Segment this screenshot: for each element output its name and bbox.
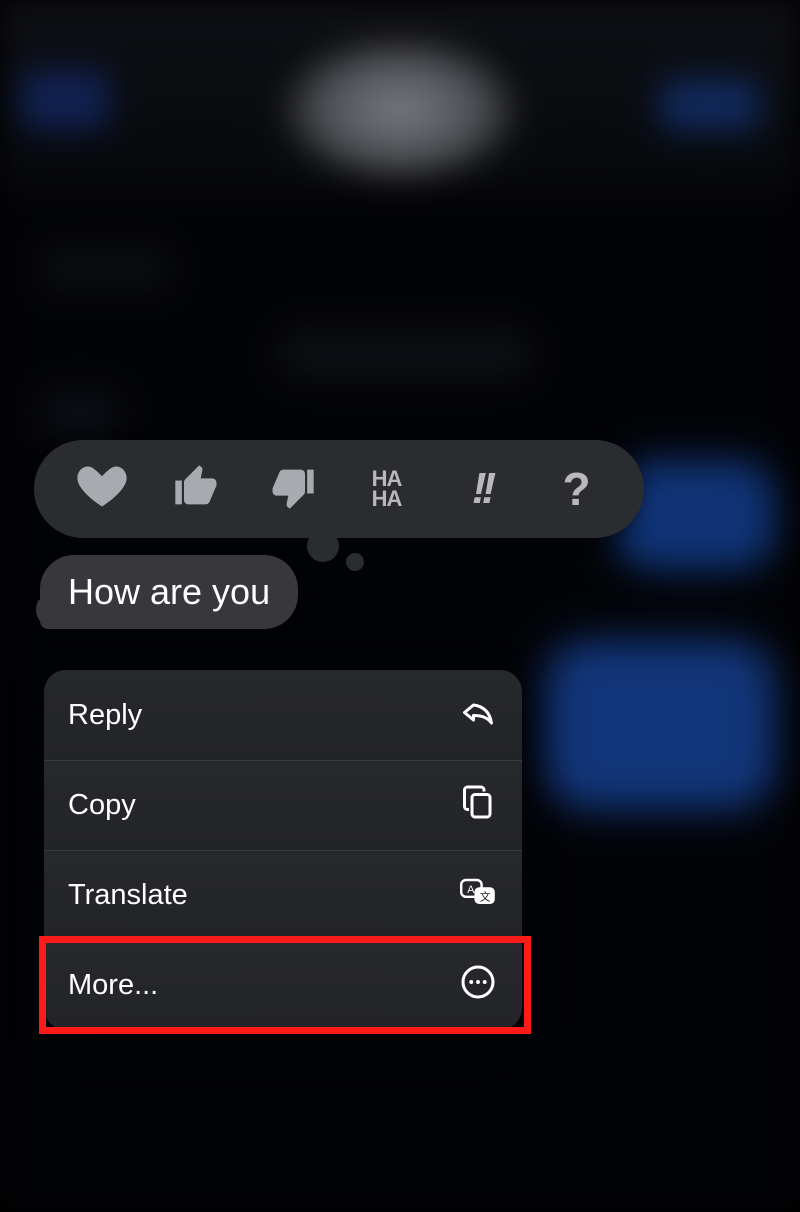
copy-icon [460, 784, 496, 828]
menu-item-label: More... [68, 969, 158, 1002]
question-icon: ? [562, 462, 590, 516]
thumbs-up-icon [171, 461, 223, 518]
svg-text:文: 文 [480, 889, 491, 903]
exclaim-icon: !! [472, 464, 491, 514]
ellipsis-icon [460, 964, 496, 1008]
tapback-thumbs-up[interactable] [166, 458, 228, 520]
message-text: How are you [68, 571, 270, 612]
menu-item-label: Copy [68, 789, 136, 822]
tapback-haha[interactable]: HA HA [356, 458, 418, 520]
translate-button[interactable]: Translate A 文 [44, 850, 522, 940]
tapback-question[interactable]: ? [546, 458, 608, 520]
haha-icon: HA HA [372, 469, 402, 509]
focused-message-bubble[interactable]: How are you [40, 555, 298, 629]
copy-button[interactable]: Copy [44, 760, 522, 850]
heart-icon [76, 461, 128, 518]
tapback-thumbs-down[interactable] [261, 458, 323, 520]
thumbs-down-icon [266, 461, 318, 518]
tapback-heart[interactable] [71, 458, 133, 520]
translate-icon: A 文 [460, 874, 496, 918]
menu-item-label: Translate [68, 879, 188, 912]
tapback-exclaim[interactable]: !! [451, 458, 513, 520]
svg-text:A: A [467, 884, 475, 896]
reply-icon [460, 693, 496, 737]
reply-button[interactable]: Reply [44, 670, 522, 760]
tapback-bar: HA HA !! ? [34, 440, 644, 538]
more-button[interactable]: More... [44, 940, 522, 1030]
menu-item-label: Reply [68, 699, 142, 732]
message-context-menu: Reply Copy Translate A 文 More... [44, 670, 522, 1030]
